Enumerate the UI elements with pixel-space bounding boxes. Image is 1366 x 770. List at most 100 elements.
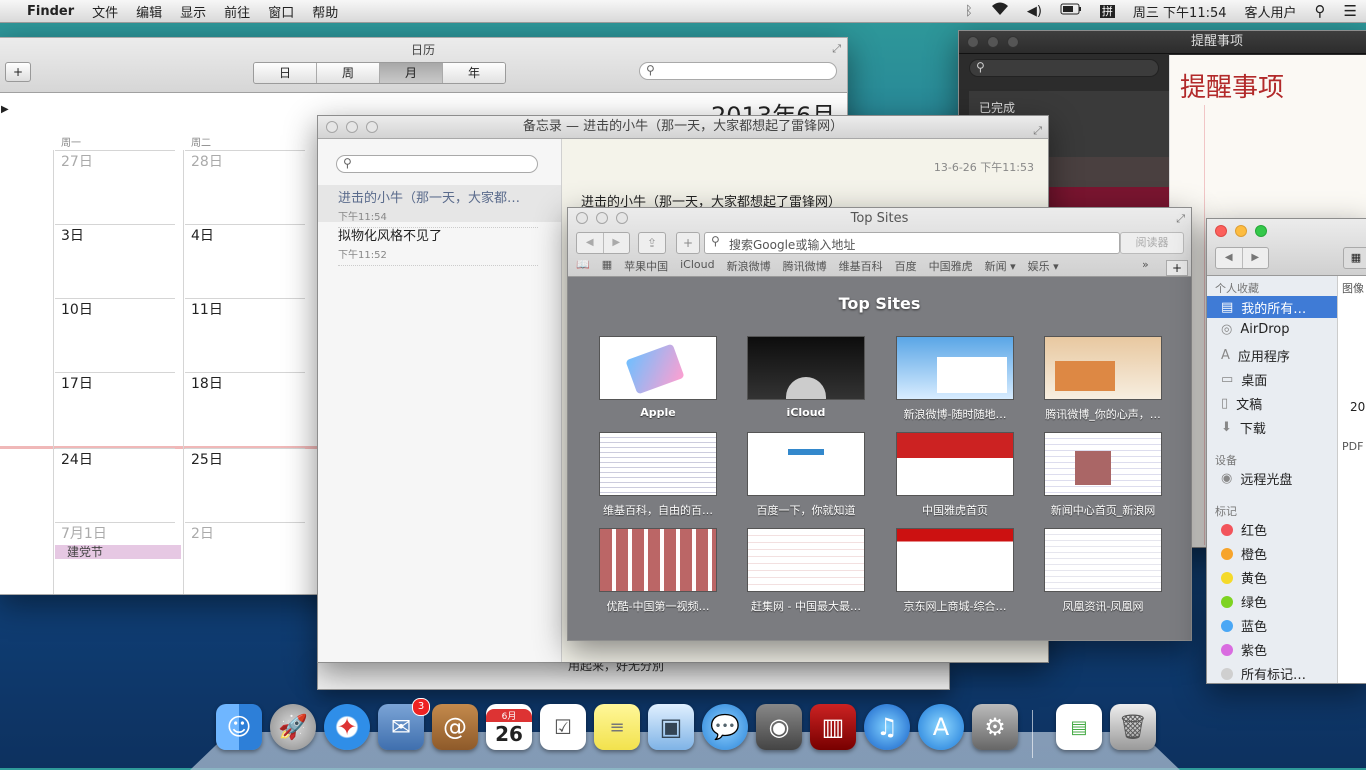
day-cell[interactable]: 28日 bbox=[185, 150, 305, 224]
back-button[interactable]: ◀ bbox=[1216, 248, 1242, 268]
bookmark-item[interactable]: 娱乐 ▾ bbox=[1028, 258, 1059, 274]
add-tab-button[interactable]: + bbox=[1166, 260, 1188, 276]
reader-button[interactable]: 阅读器 bbox=[1120, 232, 1184, 254]
finder-icon[interactable]: ☺ bbox=[216, 704, 262, 750]
day-cell[interactable]: 27日 bbox=[55, 150, 175, 224]
day-cell[interactable]: 10日 bbox=[55, 298, 175, 372]
contacts-icon[interactable]: @ bbox=[432, 704, 478, 750]
mail-icon[interactable]: ✉ 3 bbox=[378, 698, 430, 750]
day-cell[interactable]: 3日 bbox=[55, 224, 175, 298]
notes-icon[interactable]: ≡ bbox=[594, 704, 640, 750]
close-button[interactable] bbox=[1215, 225, 1227, 237]
top-site-tile[interactable]: 百度一下，你就知道 bbox=[747, 432, 865, 518]
tab-year[interactable]: 年 bbox=[443, 63, 505, 83]
input-method-icon[interactable]: 拼 bbox=[1091, 3, 1124, 19]
bluetooth-icon[interactable]: ᛒ bbox=[956, 4, 982, 19]
tab-week[interactable]: 周 bbox=[317, 63, 380, 83]
sidebar-item-tag-green[interactable]: 绿色 bbox=[1221, 592, 1267, 611]
app-menu[interactable]: Finder bbox=[18, 4, 83, 19]
sidebar-item-tag-orange[interactable]: 橙色 bbox=[1221, 544, 1267, 563]
top-site-tile[interactable]: Apple bbox=[599, 336, 717, 419]
top-site-tile[interactable]: 维基百科，自由的百… bbox=[599, 432, 717, 518]
day-cell[interactable]: 25日 bbox=[185, 448, 305, 522]
itunes-icon[interactable]: ♫ bbox=[864, 704, 910, 750]
reminders-search-input[interactable]: ⚲ bbox=[969, 59, 1159, 77]
preview-icon[interactable]: ▣ bbox=[648, 704, 694, 750]
sidebar-item-desktop[interactable]: ▭ 桌面 bbox=[1221, 370, 1267, 389]
minimize-button[interactable] bbox=[596, 212, 608, 224]
bookmark-item[interactable]: 腾讯微博 bbox=[783, 258, 827, 274]
minimize-button[interactable] bbox=[1235, 225, 1247, 237]
notes-search-input[interactable]: ⚲ bbox=[336, 155, 538, 173]
clock[interactable]: 周三 下午11:54 bbox=[1124, 2, 1236, 21]
menu-file[interactable]: 文件 bbox=[83, 2, 127, 21]
next-month-icon[interactable]: ▶ bbox=[1, 104, 9, 115]
sidebar-item-downloads[interactable]: ⬇ 下载 bbox=[1221, 418, 1266, 437]
close-button[interactable] bbox=[576, 212, 588, 224]
messages-icon[interactable]: 💬 bbox=[702, 704, 748, 750]
minimize-button[interactable] bbox=[346, 121, 358, 133]
sidebar-item-applications[interactable]: A 应用程序 bbox=[1221, 346, 1290, 365]
note-list-item[interactable]: 进击的小牛（那一天，大家都… 下午11:54 bbox=[338, 187, 538, 228]
top-site-tile[interactable]: 腾讯微博_你的心声，… bbox=[1044, 336, 1162, 422]
new-tab-button[interactable]: + bbox=[676, 232, 700, 254]
share-button[interactable]: ⇪ bbox=[638, 232, 666, 254]
top-site-tile[interactable]: 凤凰资讯-凤凰网 bbox=[1044, 528, 1162, 614]
menu-help[interactable]: 帮助 bbox=[303, 2, 347, 21]
day-cell[interactable]: 24日 bbox=[55, 448, 175, 522]
minimize-button[interactable] bbox=[987, 36, 999, 48]
appstore-icon[interactable]: A bbox=[918, 704, 964, 750]
forward-button[interactable]: ▶ bbox=[602, 233, 630, 253]
forward-button[interactable]: ▶ bbox=[1241, 248, 1269, 268]
day-cell[interactable]: 2日 bbox=[185, 522, 305, 594]
safari-icon[interactable]: ✦ bbox=[324, 704, 370, 750]
sidebar-item-airdrop[interactable]: ◎ AirDrop bbox=[1221, 322, 1289, 337]
bookmark-item[interactable]: iCloud bbox=[680, 258, 714, 274]
bookmark-item[interactable]: 中国雅虎 bbox=[929, 258, 973, 274]
bookmark-item[interactable]: 维基百科 bbox=[839, 258, 883, 274]
notification-center-icon[interactable]: ☰ bbox=[1335, 2, 1366, 20]
menu-view[interactable]: 显示 bbox=[171, 2, 215, 21]
sidebar-item-remote-disc[interactable]: ◉ 远程光盘 bbox=[1221, 469, 1292, 488]
close-button[interactable] bbox=[326, 121, 338, 133]
bookmark-item[interactable]: 新浪微博 bbox=[727, 258, 771, 274]
sidebar-item-all-files[interactable]: ▤ 我的所有… bbox=[1221, 298, 1306, 317]
top-site-tile[interactable]: 优酷-中国第一视频… bbox=[599, 528, 717, 614]
zoom-button[interactable] bbox=[1255, 225, 1267, 237]
tab-month[interactable]: 月 bbox=[380, 63, 443, 83]
top-sites-grid-icon[interactable]: ▦ bbox=[602, 258, 612, 274]
battery-icon[interactable] bbox=[1051, 3, 1091, 19]
spotlight-icon[interactable]: ⚲ bbox=[1306, 2, 1335, 20]
day-cell[interactable]: 17日 bbox=[55, 372, 175, 446]
calendar-icon[interactable]: 6月 26 bbox=[486, 704, 532, 750]
bookmark-item[interactable]: 新闻 ▾ bbox=[985, 258, 1016, 274]
day-cell[interactable]: 11日 bbox=[185, 298, 305, 372]
user-menu[interactable]: 客人用户 bbox=[1236, 2, 1306, 21]
day-cell[interactable]: 4日 bbox=[185, 224, 305, 298]
top-site-tile[interactable]: 新闻中心首页_新浪网 bbox=[1044, 432, 1162, 518]
add-event-button[interactable]: + bbox=[5, 62, 31, 82]
sidebar-item-tag-red[interactable]: 红色 bbox=[1221, 520, 1267, 539]
top-site-tile[interactable]: 京东网上商城-综合… bbox=[896, 528, 1014, 614]
fullscreen-icon[interactable]: ⤢ bbox=[1176, 212, 1185, 226]
bookmark-item[interactable]: 苹果中国 bbox=[624, 258, 668, 274]
sidebar-item-documents[interactable]: ▯ 文稿 bbox=[1221, 394, 1262, 413]
document-icon[interactable]: ▤ bbox=[1056, 704, 1102, 750]
tab-day[interactable]: 日 bbox=[254, 63, 317, 83]
sidebar-item-tag-purple[interactable]: 紫色 bbox=[1221, 640, 1267, 659]
address-bar[interactable]: ⚲ 搜索Google或输入地址 bbox=[704, 232, 1120, 254]
photobooth-icon[interactable]: ▥ bbox=[810, 704, 856, 750]
top-site-tile[interactable]: 赶集网 - 中国最大最… bbox=[747, 528, 865, 614]
menu-edit[interactable]: 编辑 bbox=[127, 2, 171, 21]
event-holiday[interactable]: 建党节 bbox=[55, 545, 181, 559]
reminders-icon[interactable]: ☑ bbox=[540, 704, 586, 750]
top-site-tile[interactable]: 新浪微博-随时随地… bbox=[896, 336, 1014, 422]
trash-icon[interactable]: 🗑 bbox=[1110, 704, 1156, 750]
fullscreen-icon[interactable]: ⤢ bbox=[832, 42, 841, 56]
volume-icon[interactable]: ◀) bbox=[1018, 4, 1051, 19]
reading-list-icon[interactable]: 📖 bbox=[576, 258, 590, 274]
note-list-item[interactable]: 拟物化风格不见了 下午11:52 bbox=[338, 225, 538, 266]
day-cell[interactable]: 18日 bbox=[185, 372, 305, 446]
wifi-icon[interactable] bbox=[982, 2, 1018, 20]
top-site-tile[interactable]: iCloud bbox=[747, 336, 865, 419]
